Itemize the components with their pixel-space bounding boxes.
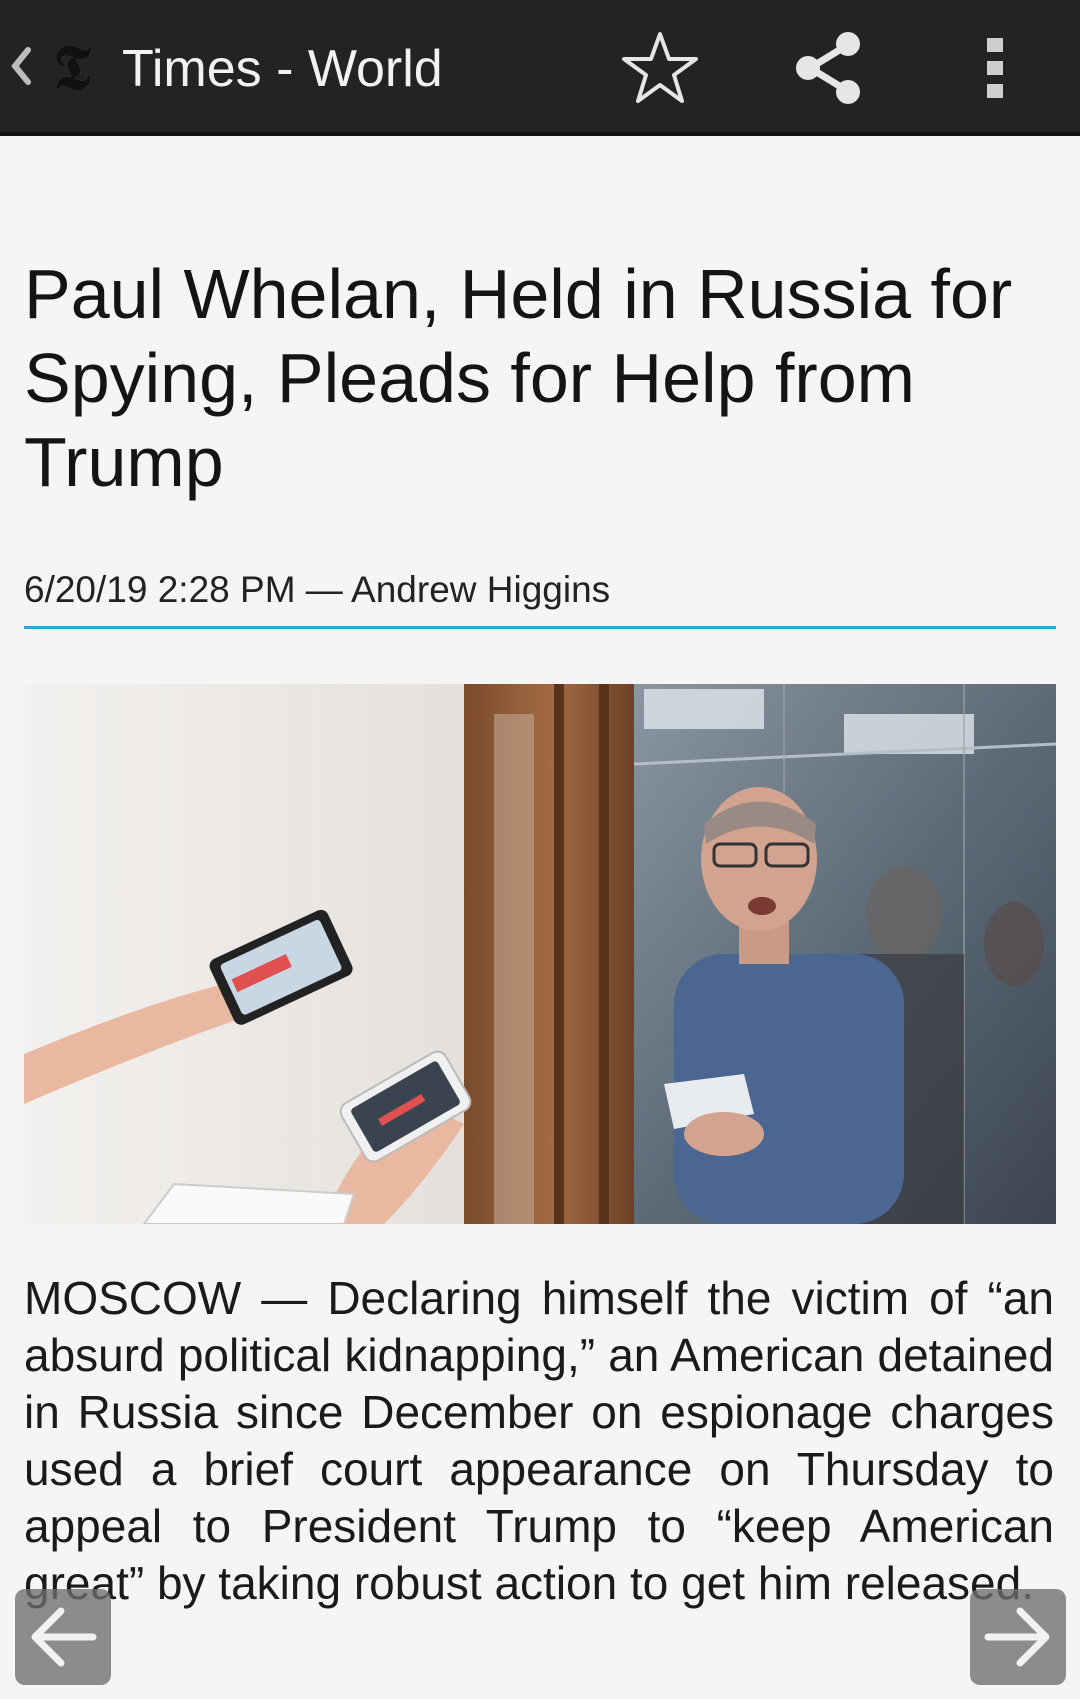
article-photo[interactable] <box>24 684 1056 1224</box>
article-byline: 6/20/19 2:28 PM — Andrew Higgins <box>24 569 611 610</box>
chevron-left-icon[interactable] <box>10 44 32 88</box>
article-headline: Paul Whelan, Held in Russia for Spying, … <box>24 255 1013 501</box>
share-icon[interactable] <box>788 28 868 108</box>
overflow-menu-icon[interactable] <box>965 28 1025 108</box>
app-title: Times - World <box>122 40 443 98</box>
nyt-logo[interactable]: 𝕿 <box>44 36 100 100</box>
app-bar: 𝕿 Times - World <box>0 0 1080 136</box>
byline-divider <box>24 626 1056 629</box>
star-outline-icon[interactable] <box>620 28 700 108</box>
photo-courtroom <box>24 684 1056 1224</box>
article-body: MOSCOW — Declaring himself the victim of… <box>24 1272 1054 1609</box>
next-article-button[interactable] <box>970 1589 1066 1685</box>
arrow-right-icon <box>984 1607 1050 1667</box>
previous-article-button[interactable] <box>15 1589 111 1685</box>
arrow-left-icon <box>31 1607 97 1667</box>
